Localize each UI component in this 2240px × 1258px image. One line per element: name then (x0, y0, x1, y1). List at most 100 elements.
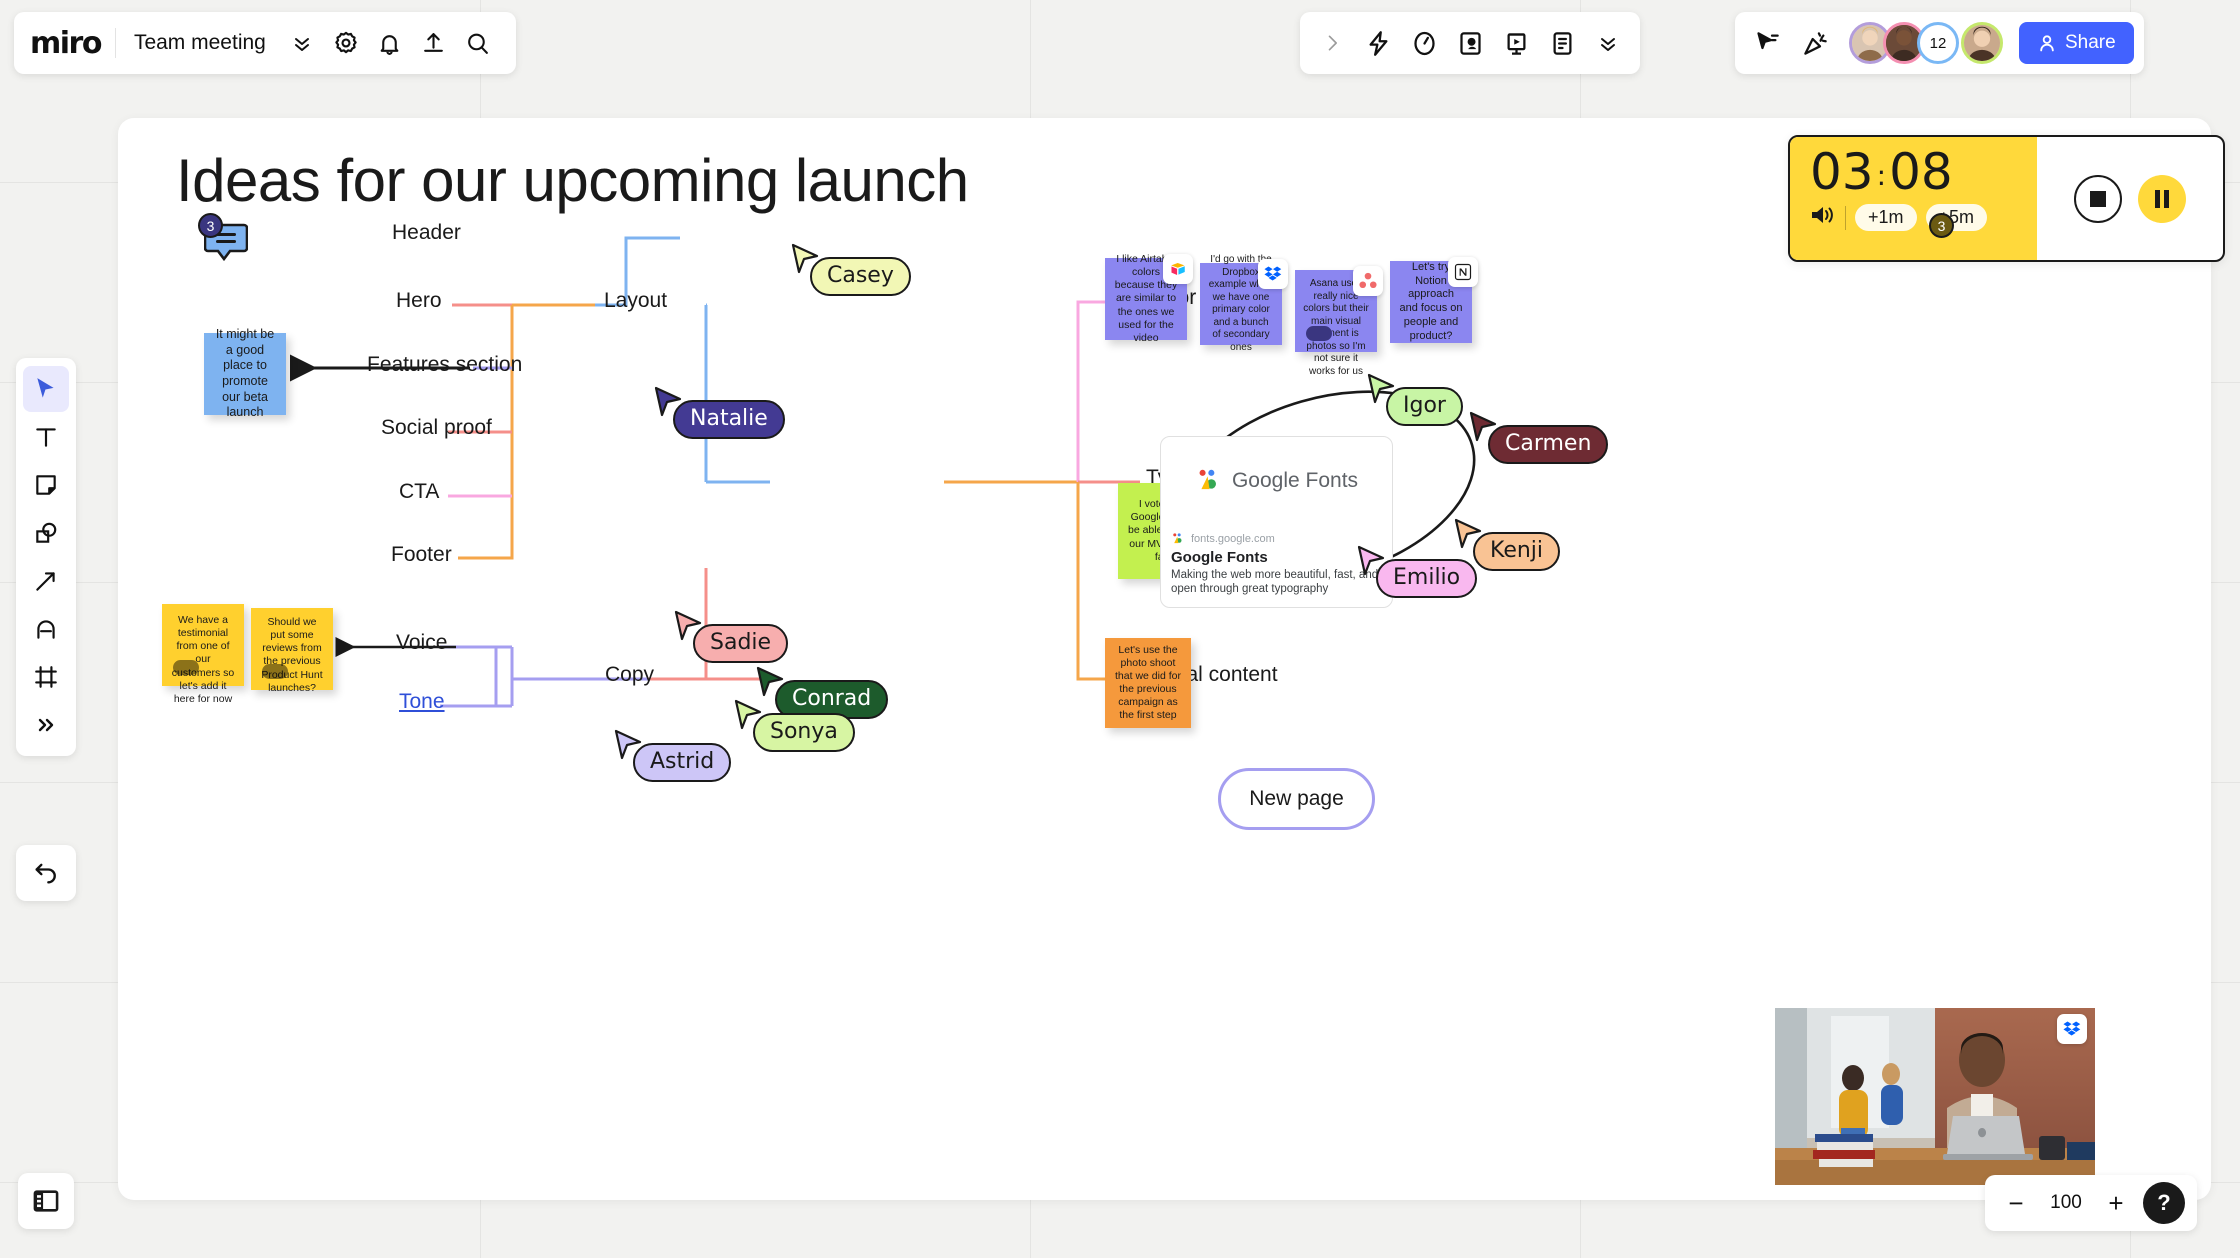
dropbox-icon (2057, 1014, 2087, 1044)
undo-button[interactable] (16, 845, 76, 901)
undo-icon (35, 863, 56, 884)
more-tools[interactable] (23, 702, 69, 748)
dropbox-icon (1258, 259, 1288, 289)
presentation-icon[interactable] (1494, 21, 1538, 65)
sticky-note-asana[interactable]: Asana uses really nice colors but their … (1295, 266, 1383, 377)
frame-icon (35, 666, 57, 688)
mindmap-label-tone[interactable]: Tone (399, 690, 445, 714)
chevron-double-down-icon[interactable] (1586, 21, 1630, 65)
share-button[interactable]: Share (2019, 22, 2134, 64)
shapes-icon (36, 522, 57, 543)
board-menu-chevron-icon[interactable] (280, 21, 324, 65)
miro-logo[interactable]: miro (30, 26, 115, 61)
speaker-icon[interactable] (1810, 204, 1836, 231)
text-tool[interactable] (23, 414, 69, 460)
frame-tool[interactable] (23, 654, 69, 700)
link-card-heading: Google Fonts (1171, 548, 1268, 566)
timer-pause-button[interactable] (2138, 174, 2186, 223)
cursor-label: Sonya (753, 713, 855, 752)
timer-add-1m-button[interactable]: +1m (1855, 204, 1917, 231)
sticky-reaction-dot[interactable] (173, 660, 199, 675)
google-fonts-favicon-icon (1173, 532, 1182, 543)
timer-controls (2037, 137, 2223, 260)
video-chat-icon[interactable] (1448, 21, 1492, 65)
connector-tool[interactable] (23, 558, 69, 604)
comment-count: 3 (1929, 213, 1954, 238)
shapes-tool[interactable] (23, 510, 69, 556)
search-icon[interactable] (456, 21, 500, 65)
top-center-toolbar (1300, 12, 1640, 74)
cursor-label: Carmen (1488, 425, 1609, 464)
google-fonts-logo-icon (1199, 470, 1216, 490)
cursor-follow-icon[interactable] (1745, 21, 1789, 65)
sticky-note-beta-launch[interactable]: It might be a good place to promote our … (204, 327, 286, 419)
mindmap-label-layout[interactable]: Layout (604, 289, 667, 313)
mindmap-label-copy[interactable]: Copy (605, 663, 654, 687)
upload-icon[interactable] (412, 21, 456, 65)
share-label: Share (2065, 32, 2116, 53)
text-icon (36, 428, 56, 447)
sticky-note-tool[interactable] (23, 462, 69, 508)
panel-toggle-button[interactable] (18, 1173, 74, 1229)
cursor-label: Sadie (693, 624, 789, 663)
mindmap-label-header[interactable]: Header (392, 221, 461, 245)
mindmap-label-cta[interactable]: CTA (399, 480, 439, 504)
zoom-out-button[interactable]: − (1997, 1184, 2035, 1222)
bell-icon[interactable] (368, 21, 412, 65)
comment-count: 3 (198, 213, 223, 238)
person-icon (2040, 35, 2054, 52)
timer-divider (1845, 205, 1846, 230)
sticky-note-reviews[interactable]: Should we put some reviews from the prev… (251, 608, 333, 694)
select-tool[interactable] (23, 366, 69, 412)
cursor-label: Casey (810, 257, 911, 296)
timer-icon[interactable] (1402, 21, 1446, 65)
sticky-note-airtable[interactable]: I like Airtable colors because they are … (1105, 253, 1193, 344)
notion-icon (1448, 257, 1478, 287)
sticky-note-photo-shoot[interactable]: Let's use the photo shoot that we did fo… (1105, 638, 1191, 728)
board-name[interactable]: Team meeting (116, 31, 280, 55)
zoom-level[interactable]: 100 (2039, 1192, 2093, 1214)
mindmap-label-voice[interactable]: Voice (396, 631, 447, 655)
timer-display-panel: 03:08 +1m +5m (1790, 137, 2037, 260)
zoom-in-button[interactable]: + (2097, 1184, 2135, 1222)
sticky-note-notion[interactable]: Let's try Notion approach and focus on p… (1390, 257, 1478, 343)
link-card-logo-light: Fonts (1305, 469, 1359, 493)
notes-icon[interactable] (1540, 21, 1584, 65)
asana-icon (1353, 266, 1383, 296)
gear-icon[interactable] (324, 21, 368, 65)
help-button[interactable]: ? (2143, 1182, 2185, 1224)
link-card-url-row: fonts.google.com (1171, 532, 1382, 546)
mindmap-label-social[interactable]: Social proof (381, 416, 492, 440)
sticky-text: Should we put some reviews from the prev… (261, 616, 323, 694)
sticky-note-testimonial[interactable]: We have a testimonial from one of our cu… (162, 604, 244, 705)
confetti-icon[interactable] (1793, 21, 1837, 65)
mindmap-center-node[interactable]: New page (1218, 768, 1375, 830)
timer-stop-button[interactable] (2074, 174, 2122, 223)
link-card-url: fonts.google.com (1191, 532, 1275, 545)
pen-tool[interactable] (23, 606, 69, 652)
sticky-reaction-dot[interactable] (1306, 326, 1332, 341)
cursor-arrow-icon (37, 378, 54, 398)
airtable-icon (1163, 254, 1193, 284)
avatar-self[interactable] (1961, 22, 2003, 64)
sticky-reaction-dot[interactable] (262, 664, 288, 679)
collaborator-count[interactable]: 12 (1917, 22, 1959, 64)
left-tool-rail (16, 358, 76, 756)
timer-widget[interactable]: 03:08 +1m +5m (1788, 135, 2225, 262)
office-photo-image (1775, 1008, 2095, 1185)
board-canvas[interactable]: Ideas for our upcoming launch Header Her… (118, 118, 2211, 1200)
google-fonts-link-card[interactable]: Google Fonts fonts.google.com Google Fon… (1160, 436, 1393, 608)
left-comment-badge[interactable]: 3 (198, 213, 249, 268)
chevron-right-icon[interactable] (1310, 21, 1354, 65)
mindmap-label-features[interactable]: Features section (367, 353, 522, 377)
sticky-note-dropbox[interactable]: I'd go with the Dropbox example when we … (1200, 254, 1288, 353)
mindmap-label-footer[interactable]: Footer (391, 543, 452, 567)
collaborator-avatars[interactable]: 12 (1849, 22, 2003, 64)
sticky-note-icon (36, 475, 56, 495)
office-photo[interactable] (1775, 1008, 2095, 1185)
mindmap-label-hero[interactable]: Hero (396, 289, 442, 313)
link-card-description: Making the web more beautiful, fast, and… (1171, 568, 1379, 596)
chevron-double-right-icon (38, 718, 54, 732)
top-right-toolbar: 12 Share (1735, 12, 2144, 74)
lightning-icon[interactable] (1356, 21, 1400, 65)
